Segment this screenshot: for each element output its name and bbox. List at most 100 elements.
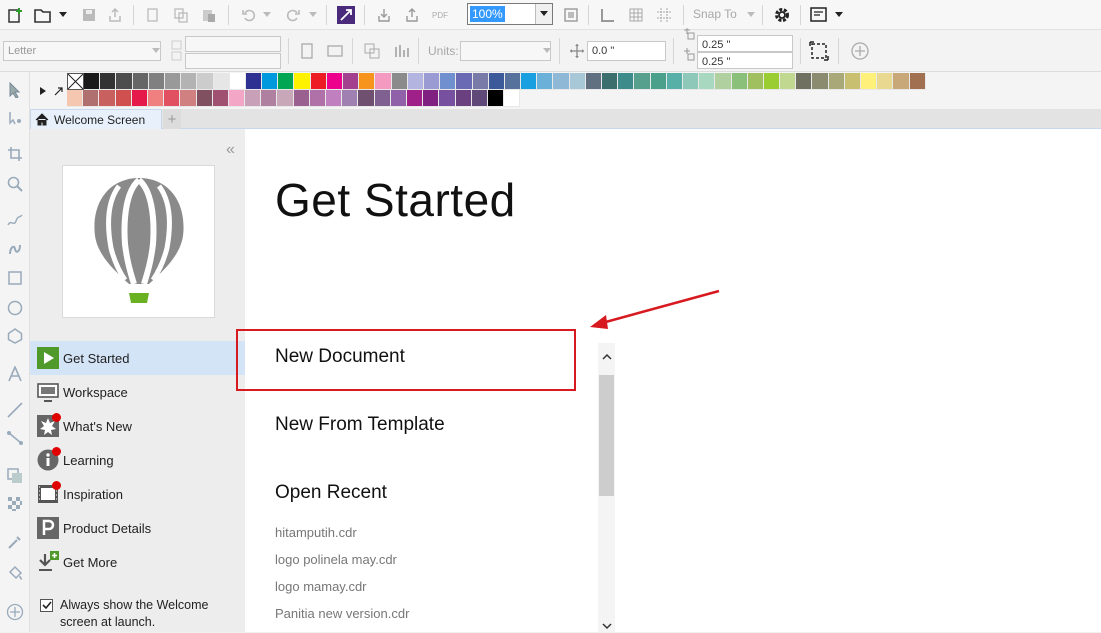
redo-icon[interactable] [282,4,304,26]
artistic-media-icon[interactable] [5,238,25,258]
color-swatch[interactable] [406,90,424,107]
export-icon[interactable] [401,4,423,26]
recent-file-item[interactable]: Panitia new version.cdr [275,606,409,621]
color-swatch[interactable] [342,90,359,107]
color-swatch[interactable] [423,90,440,107]
color-swatch[interactable] [277,90,294,107]
zoom-tool-icon[interactable] [5,174,25,194]
copy-icon[interactable] [170,4,192,26]
color-swatch[interactable] [504,73,522,90]
application-launcher-icon[interactable] [808,4,830,26]
color-swatch[interactable] [83,90,100,107]
color-swatch[interactable] [100,73,117,90]
color-swatch[interactable] [278,73,295,90]
color-swatch[interactable] [213,73,230,90]
color-swatch[interactable] [747,73,764,90]
nudge-distance-field[interactable]: 0.0 " [587,41,666,61]
recent-file-item[interactable]: logo polinela may.cdr [275,552,397,567]
chevron-down-icon[interactable] [302,4,324,26]
color-swatch[interactable] [196,90,213,107]
sidebar-item-learning[interactable]: Learning [30,443,245,477]
zoom-level-combo[interactable]: 100% [467,3,553,25]
color-swatch[interactable] [326,73,343,90]
color-swatch[interactable] [164,73,182,90]
duplicate-y-field[interactable]: 0.25 " [697,52,793,69]
color-swatch[interactable] [147,90,165,107]
polygon-tool-icon[interactable] [5,326,25,346]
duplicate-x-field[interactable]: 0.25 " [697,35,793,52]
color-swatch[interactable] [699,73,716,90]
export-pdf-icon[interactable]: PDF [429,4,451,26]
add-page-icon[interactable] [849,40,871,62]
color-swatch[interactable] [197,73,214,90]
interactive-fill-icon[interactable] [5,562,25,582]
add-tab-button[interactable]: + [163,109,181,129]
collapse-icon[interactable]: « [226,141,235,159]
ellipse-tool-icon[interactable] [5,298,25,318]
tab-welcome-screen[interactable]: Welcome Screen [30,109,162,129]
parallel-dimension-icon[interactable] [5,400,25,420]
recent-scrollbar[interactable] [598,343,615,632]
snap-to-dropdown[interactable]: Snap To [693,7,737,21]
color-swatch[interactable] [358,90,375,107]
page-height-field[interactable] [185,53,281,69]
color-swatch[interactable] [148,73,165,90]
color-swatch[interactable] [537,73,554,90]
publish-icon[interactable] [104,4,126,26]
freehand-tool-icon[interactable] [5,210,25,230]
color-swatch[interactable] [634,73,651,90]
portrait-icon[interactable] [296,40,318,62]
color-swatch[interactable] [488,73,505,90]
color-swatch[interactable] [828,73,845,90]
color-swatch[interactable] [796,73,813,90]
color-swatch[interactable] [585,73,602,90]
save-icon[interactable] [78,4,100,26]
sidebar-item-workspace[interactable]: Workspace [30,375,245,409]
sidebar-item-whats-new[interactable]: What's New [30,409,245,443]
sidebar-item-product-details[interactable]: Product Details [30,511,245,545]
color-swatch[interactable] [877,73,894,90]
color-swatch[interactable] [844,73,861,90]
all-pages-icon[interactable] [361,40,383,62]
color-swatch[interactable] [310,73,327,90]
rectangle-tool-icon[interactable] [5,268,25,288]
chevron-down-icon[interactable] [535,4,552,24]
import-icon[interactable] [373,4,395,26]
color-swatch[interactable] [731,73,748,90]
page-size-dropdown[interactable]: Letter [3,41,161,61]
rulers-icon[interactable] [597,4,619,26]
recent-file-item[interactable]: hitamputih.cdr [275,525,357,540]
color-swatch[interactable] [780,73,797,90]
color-swatch[interactable] [293,90,310,107]
current-page-icon[interactable] [391,40,413,62]
color-swatch[interactable] [359,73,376,90]
shape-tool-icon[interactable] [5,108,25,128]
color-swatch[interactable] [650,73,667,90]
color-swatch[interactable] [343,73,360,90]
pick-tool-icon[interactable] [5,80,25,100]
chevron-down-icon[interactable] [52,4,74,26]
color-swatch[interactable] [487,90,505,107]
color-swatch[interactable] [439,90,456,107]
no-color-swatch[interactable] [67,73,84,90]
color-swatch[interactable] [261,90,278,107]
color-swatch[interactable] [374,90,391,107]
color-swatch[interactable] [423,73,441,90]
color-swatch[interactable] [262,73,279,90]
sidebar-item-get-started[interactable]: Get Started [30,341,245,375]
color-swatch[interactable] [212,90,229,107]
color-swatch[interactable] [391,73,408,90]
search-content-icon[interactable] [335,4,357,26]
color-swatch[interactable] [553,73,570,90]
recent-file-item[interactable]: logo mamay.cdr [275,579,367,594]
color-swatch[interactable] [504,90,521,107]
color-swatch[interactable] [666,73,683,90]
color-swatch[interactable] [228,90,246,107]
color-swatch[interactable] [115,90,132,107]
always-show-checkbox[interactable] [40,599,53,612]
chevron-down-icon[interactable] [828,4,850,26]
color-swatch[interactable] [309,90,326,107]
zoom-level-value[interactable]: 100% [470,6,505,22]
color-swatch[interactable] [472,73,489,90]
color-swatch[interactable] [909,73,926,90]
